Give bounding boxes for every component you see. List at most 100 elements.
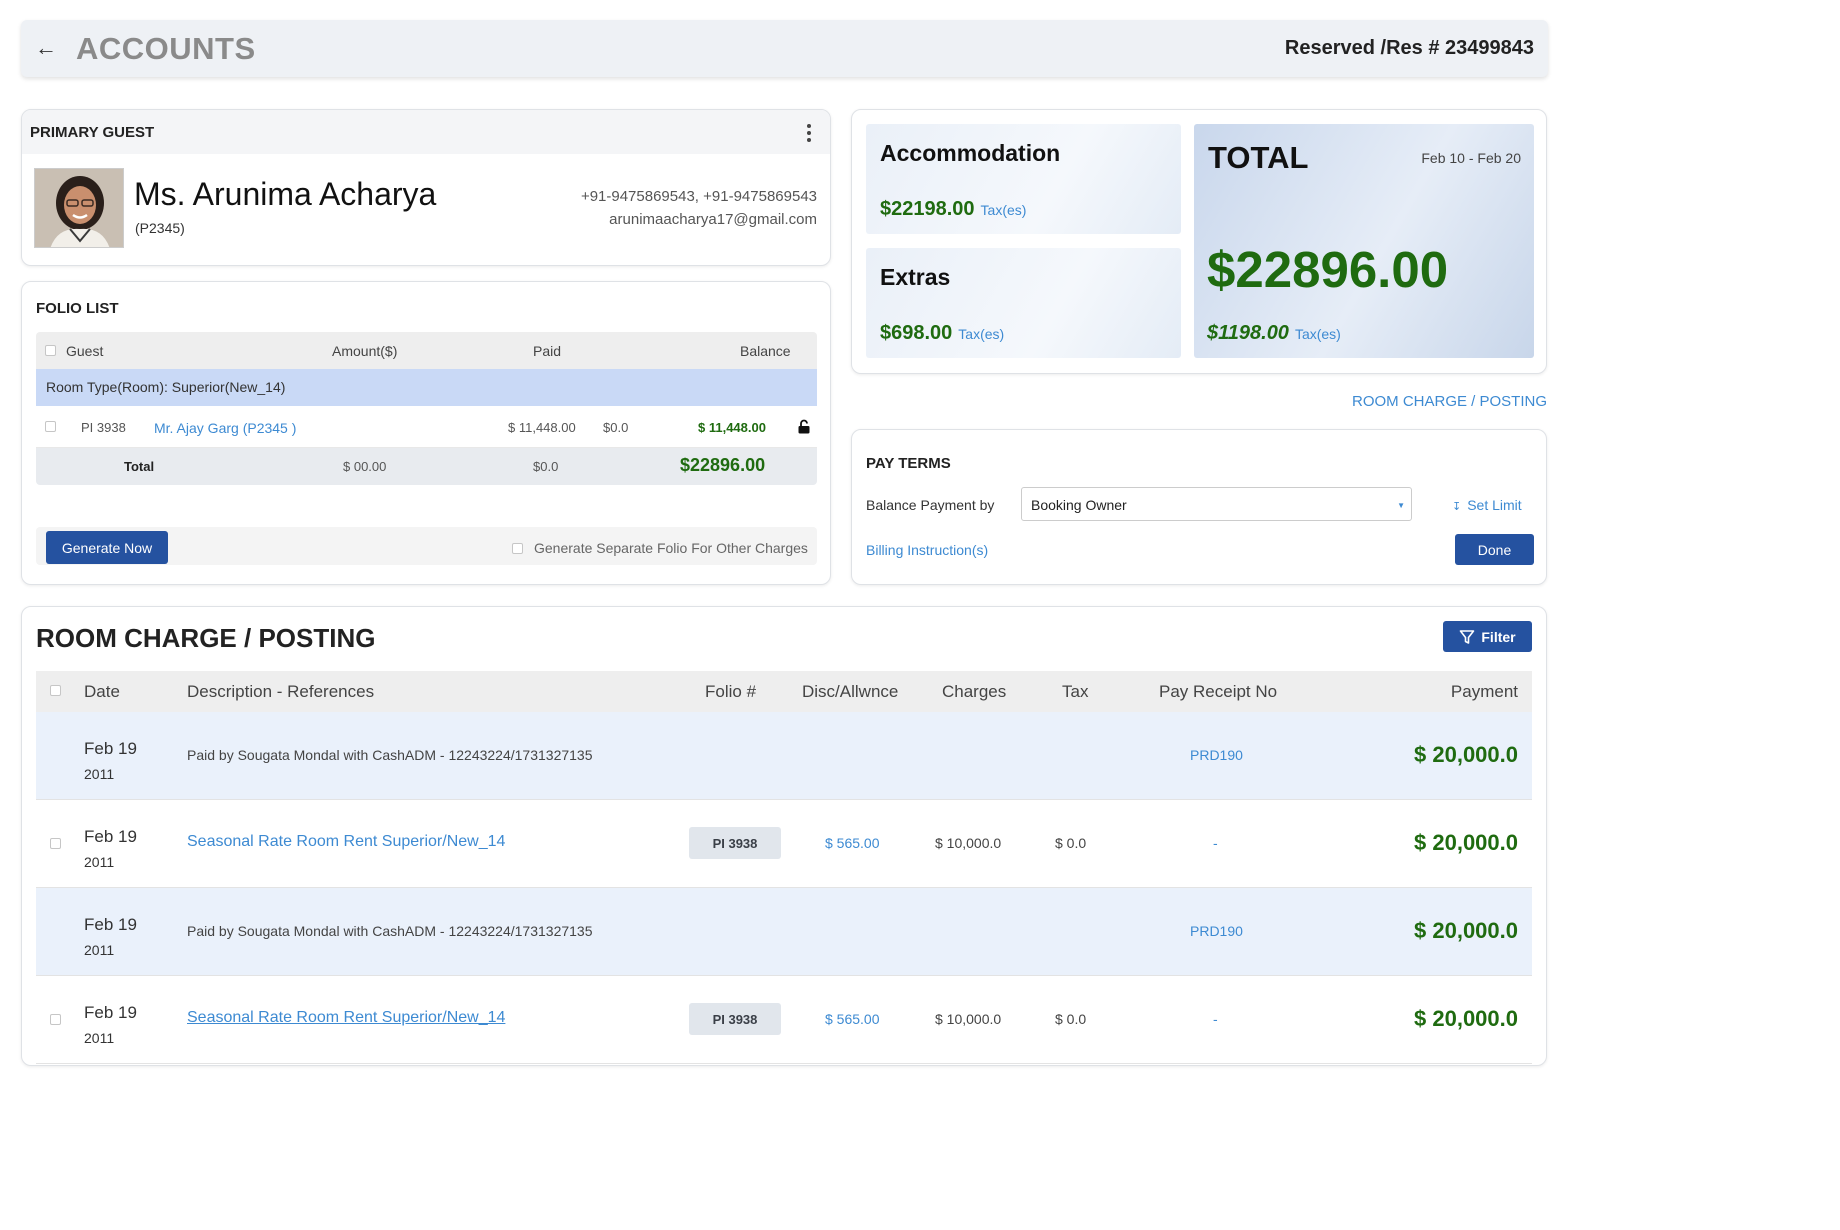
table-row: Feb 19 2011 Paid by Sougata Mondal with … bbox=[36, 712, 1532, 800]
folio-balance: $ 11,448.00 bbox=[698, 420, 766, 435]
room-charge-heading: ROOM CHARGE / POSTING bbox=[36, 623, 376, 653]
pay-terms-heading: PAY TERMS bbox=[866, 455, 951, 472]
total-tax-amount: $1198.00 Tax(es) bbox=[1207, 322, 1341, 344]
row-tax: $ 0.0 bbox=[1055, 835, 1087, 851]
total-tile: TOTAL Feb 10 - Feb 20 $22896.00 $1198.00… bbox=[1194, 124, 1534, 358]
row-disc: $ 565.00 bbox=[825, 835, 880, 851]
tax-link[interactable]: Tax(es) bbox=[981, 202, 1027, 218]
extras-tile: Extras $698.00 Tax(es) bbox=[866, 248, 1181, 358]
folio-pill: PI 3938 bbox=[689, 827, 781, 859]
back-arrow-icon[interactable]: ← bbox=[35, 36, 57, 60]
pay-receipt: - bbox=[1213, 835, 1218, 851]
row-disc: $ 565.00 bbox=[825, 1011, 880, 1027]
col-charges: Charges bbox=[942, 682, 1007, 701]
row-year: 2011 bbox=[84, 942, 115, 958]
generate-now-button[interactable]: Generate Now bbox=[46, 531, 168, 564]
guest-id: (P2345) bbox=[135, 220, 185, 236]
folio-paid: $0.0 bbox=[603, 420, 629, 435]
pay-receipt-link[interactable]: PRD190 bbox=[1190, 747, 1243, 763]
col-folio: Folio # bbox=[705, 682, 757, 701]
select-all-checkbox[interactable] bbox=[50, 685, 61, 696]
room-charge-header: Date Description - References Folio # Di… bbox=[36, 671, 1532, 712]
folio-group-row: Room Type(Room): Superior(New_14) bbox=[36, 369, 817, 406]
row-date: Feb 19 bbox=[84, 827, 137, 846]
selected-payer: Booking Owner bbox=[1031, 497, 1127, 513]
guest-name: Ms. Arunima Acharya bbox=[134, 176, 437, 212]
col-amount: Amount($) bbox=[332, 343, 398, 359]
balance-payment-label: Balance Payment by bbox=[866, 497, 995, 513]
select-all-checkbox[interactable] bbox=[45, 345, 56, 356]
lock-icon[interactable] bbox=[797, 419, 811, 437]
tax-link[interactable]: Tax(es) bbox=[1295, 326, 1341, 342]
row-tax: $ 0.0 bbox=[1055, 1011, 1087, 1027]
row-payment: $ 20,000.0 bbox=[1414, 1006, 1518, 1031]
row-checkbox[interactable] bbox=[50, 1014, 61, 1025]
more-options-icon[interactable] bbox=[806, 124, 812, 142]
total-label: Total bbox=[124, 459, 155, 474]
row-charges: $ 10,000.0 bbox=[935, 1011, 1002, 1027]
guest-avatar bbox=[34, 168, 124, 248]
row-year: 2011 bbox=[84, 854, 115, 870]
pay-receipt: - bbox=[1213, 1011, 1218, 1027]
col-paid: Paid bbox=[533, 343, 562, 359]
folio-total-row: Total $ 00.00 $0.0 $22896.00 bbox=[36, 448, 817, 485]
row-date: Feb 19 bbox=[84, 739, 137, 758]
done-button[interactable]: Done bbox=[1455, 534, 1534, 565]
col-receipt: Pay Receipt No bbox=[1159, 682, 1278, 701]
grand-total: $22896.00 bbox=[1207, 241, 1449, 298]
row-description: Paid by Sougata Mondal with CashADM - 12… bbox=[187, 923, 593, 939]
separate-folio-label: Generate Separate Folio For Other Charge… bbox=[534, 540, 808, 556]
col-balance: Balance bbox=[740, 343, 791, 359]
filter-icon bbox=[1460, 629, 1475, 644]
room-charge-posting-link[interactable]: ROOM CHARGE / POSTING bbox=[1352, 393, 1547, 410]
room-type-label: Room Type(Room): Superior(New_14) bbox=[46, 379, 286, 395]
table-row: Feb 19 2011 Seasonal Rate Room Rent Supe… bbox=[36, 976, 1532, 1064]
pay-receipt-link[interactable]: PRD190 bbox=[1190, 923, 1243, 939]
row-checkbox[interactable] bbox=[45, 421, 56, 432]
stay-dates: Feb 10 - Feb 20 bbox=[1421, 150, 1521, 166]
accommodation-label: Accommodation bbox=[880, 140, 1061, 166]
table-row: Feb 19 2011 Seasonal Rate Room Rent Supe… bbox=[36, 800, 1532, 888]
folio-number: PI 3938 bbox=[81, 420, 126, 435]
double-chevron-down-icon: ↧ bbox=[1452, 501, 1462, 513]
pay-terms-card: PAY TERMS Balance Payment by Booking Own… bbox=[851, 429, 1547, 585]
billing-instructions-link[interactable]: Billing Instruction(s) bbox=[866, 542, 988, 558]
room-charge-table: Date Description - References Folio # Di… bbox=[36, 671, 1532, 1064]
row-year: 2011 bbox=[84, 766, 115, 782]
filter-button[interactable]: Filter bbox=[1443, 621, 1532, 652]
row-description-link[interactable]: Seasonal Rate Room Rent Superior/New_14 bbox=[187, 1009, 505, 1027]
col-tax: Tax bbox=[1062, 682, 1089, 701]
generate-bar: Generate Now Generate Separate Folio For… bbox=[36, 527, 817, 565]
accommodation-tile: Accommodation $22198.00 Tax(es) bbox=[866, 124, 1181, 234]
set-limit-link[interactable]: ↧ Set Limit bbox=[1452, 497, 1522, 513]
balance-payment-select[interactable]: Booking Owner ▼ bbox=[1021, 487, 1412, 521]
primary-guest-card: PRIMARY GUEST Ms. Arunima Acharya (P2345… bbox=[21, 109, 831, 266]
total-label: TOTAL bbox=[1208, 140, 1309, 175]
folio-amount: $ 11,448.00 bbox=[508, 420, 576, 435]
total-amount: $ 00.00 bbox=[343, 459, 387, 474]
extras-amount: $698.00 Tax(es) bbox=[880, 322, 1005, 344]
folio-guest-link[interactable]: Mr. Ajay Garg (P2345 ) bbox=[154, 420, 296, 436]
row-year: 2011 bbox=[84, 1030, 115, 1046]
total-paid: $0.0 bbox=[533, 459, 559, 474]
row-checkbox[interactable] bbox=[50, 838, 61, 849]
tax-link[interactable]: Tax(es) bbox=[958, 326, 1004, 342]
col-date: Date bbox=[84, 682, 120, 701]
col-guest: Guest bbox=[66, 343, 104, 359]
separate-folio-checkbox[interactable] bbox=[512, 543, 523, 554]
reservation-number: Reserved /Res # 23499843 bbox=[1284, 37, 1534, 59]
row-payment: $ 20,000.0 bbox=[1414, 918, 1518, 943]
row-payment: $ 20,000.0 bbox=[1414, 830, 1518, 855]
guest-email: arunimaacharya17@gmail.com bbox=[609, 211, 817, 228]
row-description: Paid by Sougata Mondal with CashADM - 12… bbox=[187, 747, 593, 763]
folio-item-row: PI 3938 Mr. Ajay Garg (P2345 ) $ 11,448.… bbox=[36, 406, 817, 448]
guest-phone: +91-9475869543, +91-9475869543 bbox=[580, 188, 817, 205]
page-title: ACCOUNTS bbox=[76, 31, 256, 66]
row-payment: $ 20,000.0 bbox=[1414, 742, 1518, 767]
col-payment: Payment bbox=[1450, 682, 1518, 701]
folio-pill: PI 3938 bbox=[689, 1003, 781, 1035]
top-bar: ← ACCOUNTS Reserved /Res # 23499843 bbox=[21, 20, 1548, 77]
table-row: Feb 19 2011 Paid by Sougata Mondal with … bbox=[36, 888, 1532, 976]
primary-guest-header: PRIMARY GUEST bbox=[22, 110, 830, 154]
row-description-link[interactable]: Seasonal Rate Room Rent Superior/New_14 bbox=[187, 833, 505, 851]
